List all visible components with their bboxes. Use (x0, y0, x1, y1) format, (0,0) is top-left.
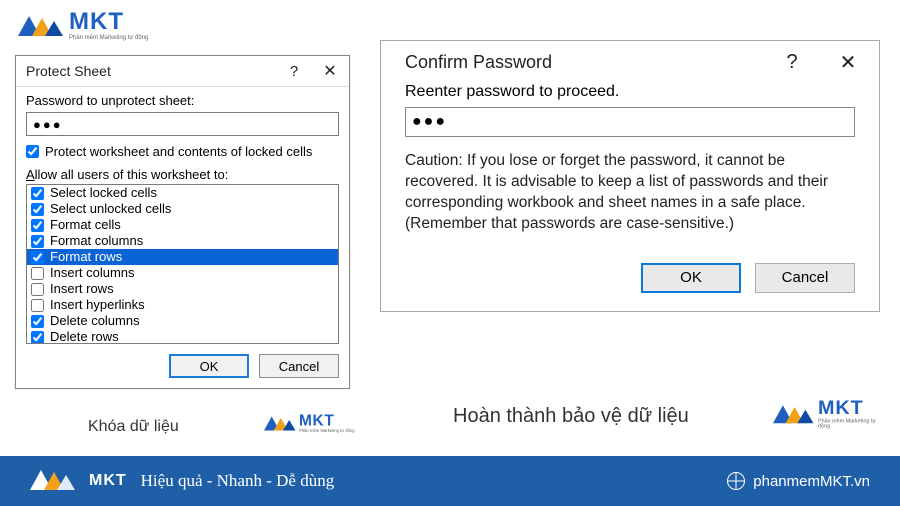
brand-name: MKT (69, 8, 124, 35)
permission-checkbox[interactable] (31, 251, 44, 264)
close-button[interactable]: ✕ (317, 60, 343, 82)
brand-tagline: Phần mềm Marketing tự động (299, 429, 355, 433)
allow-label: Allow all users of this worksheet to: (26, 167, 339, 182)
brand-logo-topleft: MKT Phần mềm Marketing tự động (18, 10, 148, 41)
caution-text: Caution: If you lose or forget the passw… (405, 151, 855, 235)
confirm-titlebar: Confirm Password ? ✕ (381, 41, 879, 75)
permission-item[interactable]: Insert columns (27, 265, 338, 281)
brand-logo-caption: MKT Phần mềm Marketing tự động (264, 413, 355, 433)
brand-logo-bottomright: MKT Phần mềm Marketing tự động (773, 398, 887, 430)
footer-slogan: Hiệu quả - Nhanh - Dễ dùng (141, 471, 335, 491)
permission-checkbox[interactable] (31, 299, 44, 312)
permission-label: Insert hyperlinks (50, 297, 145, 313)
logo-mark-icon (18, 16, 63, 36)
confirm-title: Confirm Password (405, 52, 552, 73)
globe-icon (727, 472, 745, 490)
cancel-button[interactable]: Cancel (259, 354, 339, 378)
permission-item[interactable]: Insert hyperlinks (27, 297, 338, 313)
permissions-listbox[interactable]: Select locked cellsSelect unlocked cells… (26, 184, 339, 344)
permission-checkbox[interactable] (31, 187, 44, 200)
permission-label: Delete rows (50, 329, 119, 344)
reenter-label: Reenter password to proceed. (405, 83, 619, 100)
permission-item[interactable]: Delete rows (27, 329, 338, 344)
protect-checkbox-row[interactable]: Protect worksheet and contents of locked… (26, 144, 339, 159)
logo-mark-icon (773, 405, 814, 423)
permission-label: Select locked cells (50, 185, 157, 201)
permission-checkbox[interactable] (31, 315, 44, 328)
password-input[interactable] (26, 112, 339, 136)
permission-checkbox[interactable] (31, 219, 44, 232)
protect-titlebar: Protect Sheet ? ✕ (16, 56, 349, 87)
permission-label: Format rows (50, 249, 122, 265)
footer-logo (30, 470, 75, 493)
permission-item[interactable]: Format rows (27, 249, 338, 265)
protect-title: Protect Sheet (26, 63, 111, 79)
permission-label: Format columns (50, 233, 143, 249)
password-label: Password to unprotect sheet: (26, 93, 194, 108)
caption-left: Khóa dữ liệu (88, 418, 179, 436)
brand-name: MKT (818, 396, 864, 419)
permission-checkbox[interactable] (31, 203, 44, 216)
help-button[interactable]: ? (281, 60, 307, 82)
permission-label: Select unlocked cells (50, 201, 171, 217)
confirm-password-dialog: Confirm Password ? ✕ Reenter password to… (380, 40, 880, 312)
permission-label: Delete columns (50, 313, 140, 329)
permission-checkbox[interactable] (31, 267, 44, 280)
footer-brand-name: MKT (89, 472, 127, 490)
permission-checkbox[interactable] (31, 235, 44, 248)
close-button[interactable]: ✕ (835, 51, 861, 73)
permission-item[interactable]: Select unlocked cells (27, 201, 338, 217)
protect-checkbox-label: Protect worksheet and contents of locked… (45, 144, 312, 159)
permission-item[interactable]: Format cells (27, 217, 338, 233)
permission-item[interactable]: Insert rows (27, 281, 338, 297)
footer-site-text: phanmemMKT.vn (753, 473, 870, 490)
protect-checkbox[interactable] (26, 145, 39, 158)
logo-mark-icon (264, 416, 296, 430)
footer-bar: MKT Hiệu quả - Nhanh - Dễ dùng phanmemMK… (0, 456, 900, 506)
permission-label: Insert rows (50, 281, 114, 297)
brand-tagline: Phần mềm Marketing tự động (69, 35, 148, 41)
cancel-button[interactable]: Cancel (755, 263, 855, 293)
footer-site-link[interactable]: phanmemMKT.vn (727, 472, 870, 490)
permission-item[interactable]: Select locked cells (27, 185, 338, 201)
permission-label: Format cells (50, 217, 121, 233)
help-button[interactable]: ? (779, 51, 805, 73)
ok-button[interactable]: OK (641, 263, 741, 293)
permission-checkbox[interactable] (31, 331, 44, 344)
caption-right: Hoàn thành bảo vệ dữ liệu (453, 405, 689, 428)
permission-label: Insert columns (50, 265, 135, 281)
brand-tagline: Phần mềm Marketing tự động (818, 419, 887, 430)
ok-button[interactable]: OK (169, 354, 249, 378)
logo-mark-icon (30, 470, 75, 490)
confirm-password-input[interactable] (405, 107, 855, 137)
permission-item[interactable]: Format columns (27, 233, 338, 249)
protect-sheet-dialog: Protect Sheet ? ✕ Password to unprotect … (15, 55, 350, 389)
permission-item[interactable]: Delete columns (27, 313, 338, 329)
brand-name: MKT (299, 412, 334, 430)
permission-checkbox[interactable] (31, 283, 44, 296)
